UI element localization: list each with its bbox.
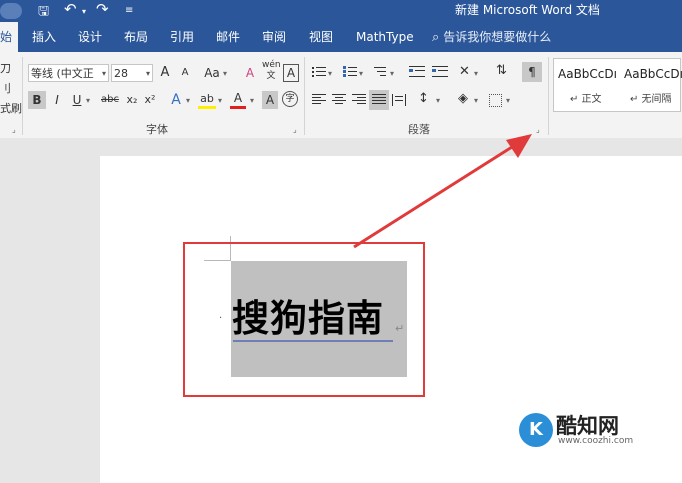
save-icon[interactable]: 🖫 bbox=[38, 2, 49, 24]
chevron-down-icon[interactable]: ▾ bbox=[506, 96, 510, 105]
chevron-down-icon[interactable]: ▾ bbox=[390, 69, 394, 78]
group-separator bbox=[22, 57, 23, 135]
tab-insert[interactable]: 插入 bbox=[32, 22, 56, 52]
font-group-label: 字体 bbox=[146, 123, 168, 136]
change-case-button[interactable]: Aa bbox=[202, 64, 222, 82]
numbering-icon[interactable] bbox=[343, 66, 357, 78]
tab-home[interactable]: 始 bbox=[0, 22, 19, 52]
chevron-down-icon[interactable]: ▾ bbox=[474, 96, 478, 105]
chevron-down-icon: ▾ bbox=[101, 69, 106, 78]
ribbon-tabs bbox=[0, 22, 682, 52]
grow-font-button[interactable]: A bbox=[157, 64, 173, 82]
chevron-down-icon[interactable]: ▾ bbox=[328, 69, 332, 78]
subscript-button[interactable]: x₂ bbox=[124, 91, 140, 109]
underline-button[interactable]: U bbox=[70, 91, 84, 109]
annotation-box bbox=[183, 242, 425, 397]
customize-icon[interactable]: ≡ bbox=[125, 5, 133, 16]
tab-design[interactable]: 设计 bbox=[78, 22, 102, 52]
chevron-down-icon[interactable]: ▾ bbox=[223, 69, 227, 78]
paragraph-launcher-icon[interactable]: ⌟ bbox=[536, 126, 544, 134]
font-size-combo[interactable]: 28 ▾ bbox=[111, 64, 153, 82]
group-separator bbox=[548, 57, 549, 135]
justify-icon[interactable] bbox=[369, 90, 389, 110]
style-normal-label: ↵ 正文 bbox=[570, 94, 602, 105]
distributed-icon[interactable] bbox=[392, 94, 406, 106]
style-no-spacing-label: ↵ 无间隔 bbox=[630, 94, 672, 105]
font-name-value: 等线 (中文正 bbox=[31, 67, 94, 80]
phonetic-guide-button[interactable]: wén 文 bbox=[262, 60, 281, 84]
bullets-icon[interactable] bbox=[312, 66, 326, 78]
undo-dropdown-icon[interactable]: ▾ bbox=[82, 7, 86, 16]
window-title: 新建 Microsoft Word 文档 bbox=[455, 3, 600, 17]
watermark-url: www.coozhi.com bbox=[558, 436, 634, 446]
sort-icon[interactable]: ⇅ bbox=[496, 63, 507, 78]
search-icon: ⌕ bbox=[432, 30, 440, 45]
font-size-value: 28 bbox=[114, 67, 128, 80]
clear-formatting-button[interactable]: A bbox=[242, 64, 258, 82]
chevron-down-icon: ▾ bbox=[145, 69, 150, 78]
shrink-font-button[interactable]: A bbox=[177, 64, 193, 82]
chevron-down-icon[interactable]: ▾ bbox=[436, 96, 440, 105]
decrease-indent-icon[interactable] bbox=[409, 66, 425, 78]
increase-indent-icon[interactable] bbox=[432, 66, 448, 78]
tab-review[interactable]: 审阅 bbox=[262, 22, 286, 52]
chevron-down-icon[interactable]: ▾ bbox=[250, 96, 254, 105]
account-toggle[interactable] bbox=[0, 3, 22, 19]
undo-icon[interactable]: ↶ bbox=[64, 0, 77, 18]
tell-me-placeholder: 告诉我你想要做什么 bbox=[443, 30, 552, 44]
align-right-icon[interactable] bbox=[352, 94, 366, 106]
character-shading-button[interactable]: A bbox=[262, 91, 278, 109]
cut-button[interactable]: 刀 bbox=[0, 60, 11, 76]
style-no-spacing[interactable]: AaBbCcDı bbox=[624, 67, 682, 81]
enclose-characters-button[interactable]: 字 bbox=[282, 91, 298, 107]
italic-button[interactable]: I bbox=[50, 91, 64, 109]
align-center-icon[interactable] bbox=[332, 94, 346, 106]
asian-layout-icon[interactable]: ✕ bbox=[459, 64, 470, 79]
chevron-down-icon[interactable]: ▾ bbox=[474, 69, 478, 78]
group-separator bbox=[304, 57, 305, 135]
format-painter-button[interactable]: 式刷 bbox=[0, 100, 22, 116]
shading-icon[interactable]: ◈ bbox=[458, 91, 468, 106]
character-border-button[interactable]: A bbox=[283, 64, 299, 82]
strikethrough-button[interactable]: abc bbox=[100, 91, 120, 109]
tell-me-search[interactable]: ⌕ 告诉我你想要做什么 bbox=[432, 22, 551, 52]
highlight-button[interactable]: ab bbox=[198, 91, 216, 109]
show-hide-marks-icon[interactable]: ¶ bbox=[522, 62, 542, 82]
tab-references[interactable]: 引用 bbox=[170, 22, 194, 52]
align-left-icon[interactable] bbox=[312, 94, 326, 106]
bold-button[interactable]: B bbox=[28, 91, 46, 109]
style-normal[interactable]: AaBbCcDı bbox=[558, 67, 617, 81]
tab-layout[interactable]: 布局 bbox=[124, 22, 148, 52]
chevron-down-icon[interactable]: ▾ bbox=[218, 96, 222, 105]
copy-button[interactable]: 刂 bbox=[0, 80, 11, 96]
tab-mathtype[interactable]: MathType bbox=[356, 22, 414, 52]
clipboard-launcher-icon[interactable]: ⌟ bbox=[12, 126, 20, 134]
font-name-combo[interactable]: 等线 (中文正 ▾ bbox=[28, 64, 109, 82]
line-spacing-icon[interactable]: ↕ bbox=[418, 91, 429, 106]
font-color-button[interactable]: A bbox=[230, 91, 246, 109]
watermark-letter: K bbox=[529, 419, 543, 440]
borders-icon[interactable] bbox=[489, 94, 502, 107]
redo-icon[interactable]: ↷ bbox=[96, 0, 109, 18]
text-effects-button[interactable]: A bbox=[168, 91, 184, 109]
font-launcher-icon[interactable]: ⌟ bbox=[293, 126, 301, 134]
chevron-down-icon[interactable]: ▾ bbox=[359, 69, 363, 78]
chevron-down-icon[interactable]: ▾ bbox=[186, 96, 190, 105]
chevron-down-icon[interactable]: ▾ bbox=[86, 96, 90, 105]
multilevel-list-icon[interactable] bbox=[374, 66, 388, 78]
tab-mailings[interactable]: 邮件 bbox=[216, 22, 240, 52]
tab-view[interactable]: 视图 bbox=[309, 22, 333, 52]
superscript-button[interactable]: x² bbox=[142, 91, 158, 109]
paragraph-group-label: 段落 bbox=[408, 123, 430, 136]
